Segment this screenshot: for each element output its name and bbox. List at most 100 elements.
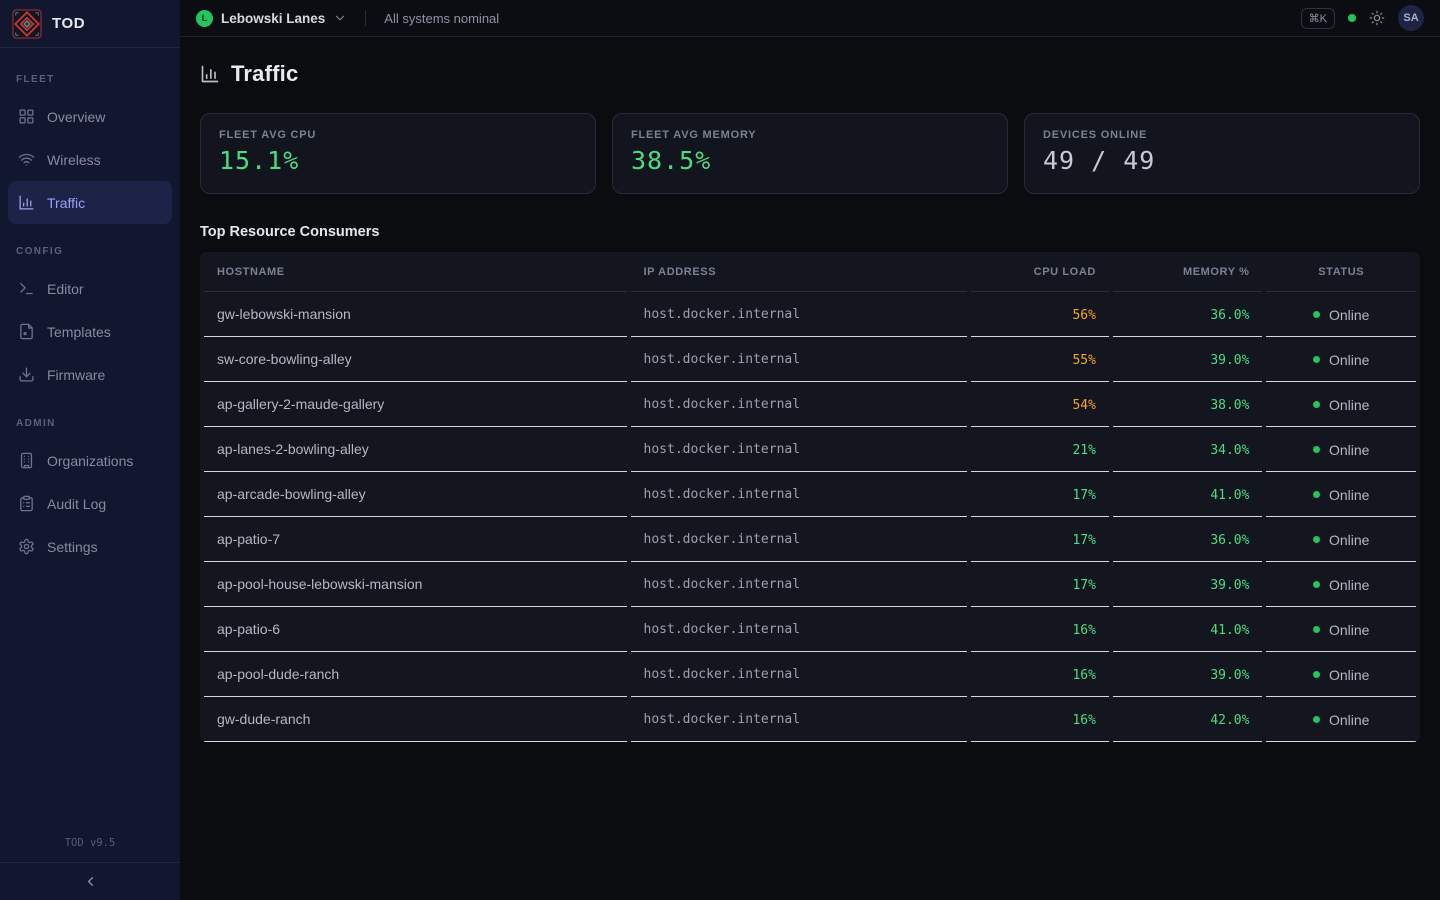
table-row[interactable]: gw-dude-ranch host.docker.internal 16% 4… [204, 697, 1416, 742]
table-row[interactable]: ap-gallery-2-maude-gallery host.docker.i… [204, 382, 1416, 427]
grid-icon [18, 108, 35, 125]
sidebar-item-editor[interactable]: Editor [8, 267, 172, 310]
online-dot [1313, 491, 1320, 498]
stat-value: 38.5% [631, 146, 989, 175]
hostname-cell: sw-core-bowling-alley [204, 337, 627, 382]
status-cell: Online [1266, 472, 1416, 517]
sidebar-item-overview[interactable]: Overview [8, 95, 172, 138]
sidebar-item-label: Editor [47, 281, 84, 297]
sidebar-item-label: Templates [47, 324, 111, 340]
status-cell: Online [1266, 382, 1416, 427]
rug-logo-icon [12, 9, 42, 39]
stat-card-fleet-avg-cpu: FLEET AVG CPU 15.1% [200, 113, 596, 194]
ip-cell: host.docker.internal [631, 472, 968, 517]
org-switcher[interactable]: L Lebowski Lanes [196, 10, 347, 27]
ip-cell: host.docker.internal [631, 517, 968, 562]
cpu-cell: 54% [971, 382, 1109, 427]
org-name: Lebowski Lanes [221, 11, 325, 26]
status-cell: Online [1266, 292, 1416, 337]
nav-section-fleet: FLEET [8, 52, 172, 95]
online-dot [1313, 356, 1320, 363]
sidebar-item-traffic[interactable]: Traffic [8, 181, 172, 224]
org-avatar: L [196, 10, 213, 27]
memory-cell: 36.0% [1113, 517, 1263, 562]
clipboard-icon [18, 495, 35, 512]
user-avatar[interactable]: SA [1398, 5, 1424, 31]
memory-cell: 36.0% [1113, 292, 1263, 337]
col-cpu: CPU LOAD [971, 252, 1109, 292]
ip-cell: host.docker.internal [631, 382, 968, 427]
sidebar-footer: TOD v9.5 [0, 827, 180, 900]
file-icon [18, 323, 35, 340]
topbar-divider [365, 10, 366, 26]
online-dot [1313, 581, 1320, 588]
ip-cell: host.docker.internal [631, 427, 968, 472]
memory-cell: 39.0% [1113, 337, 1263, 382]
sidebar-item-label: Organizations [47, 453, 133, 469]
table-row[interactable]: ap-pool-dude-ranch host.docker.internal … [204, 652, 1416, 697]
hostname-cell: ap-pool-dude-ranch [204, 652, 627, 697]
status-cell: Online [1266, 652, 1416, 697]
building-icon [18, 452, 35, 469]
memory-cell: 34.0% [1113, 427, 1263, 472]
table-row[interactable]: sw-core-bowling-alley host.docker.intern… [204, 337, 1416, 382]
table-row[interactable]: gw-lebowski-mansion host.docker.internal… [204, 292, 1416, 337]
table-row[interactable]: ap-patio-6 host.docker.internal 16% 41.0… [204, 607, 1416, 652]
wifi-icon [18, 151, 35, 168]
ip-cell: host.docker.internal [631, 292, 968, 337]
online-dot [1313, 716, 1320, 723]
status-cell: Online [1266, 697, 1416, 742]
hostname-cell: gw-dude-ranch [204, 697, 627, 742]
theme-toggle-button[interactable] [1369, 10, 1385, 26]
hostname-cell: ap-pool-house-lebowski-mansion [204, 562, 627, 607]
sidebar-collapse-button[interactable] [0, 862, 180, 900]
table-header-row: HOSTNAME IP ADDRESS CPU LOAD MEMORY % ST… [204, 252, 1416, 292]
content-area: L Lebowski Lanes All systems nominal ⌘K … [180, 0, 1440, 900]
app-name: TOD [52, 15, 85, 32]
health-dot [1348, 14, 1356, 22]
page-title-row: Traffic [200, 61, 1420, 87]
ip-cell: host.docker.internal [631, 562, 968, 607]
stat-label: FLEET AVG MEMORY [631, 129, 989, 141]
table-row[interactable]: ap-arcade-bowling-alley host.docker.inte… [204, 472, 1416, 517]
ip-cell: host.docker.internal [631, 697, 968, 742]
sidebar-item-templates[interactable]: Templates [8, 310, 172, 353]
status-label: Online [1329, 532, 1369, 548]
stat-card-devices-online: DEVICES ONLINE 49 / 49 [1024, 113, 1420, 194]
online-dot [1313, 311, 1320, 318]
status-cell: Online [1266, 517, 1416, 562]
sidebar-item-wireless[interactable]: Wireless [8, 138, 172, 181]
sidebar-item-audit-log[interactable]: Audit Log [8, 482, 172, 525]
status-cell: Online [1266, 427, 1416, 472]
table-row[interactable]: ap-lanes-2-bowling-alley host.docker.int… [204, 427, 1416, 472]
ip-cell: host.docker.internal [631, 607, 968, 652]
status-label: Online [1329, 442, 1369, 458]
sidebar-item-label: Wireless [47, 152, 101, 168]
sidebar-item-label: Settings [47, 539, 98, 555]
table-row[interactable]: ap-patio-7 host.docker.internal 17% 36.0… [204, 517, 1416, 562]
col-hostname: HOSTNAME [204, 252, 627, 292]
sidebar-nav: FLEET Overview Wireless Traffic CONFIG E… [0, 48, 180, 827]
col-status: STATUS [1266, 252, 1416, 292]
cpu-cell: 56% [971, 292, 1109, 337]
stat-value: 15.1% [219, 146, 577, 175]
sun-icon [1369, 10, 1385, 26]
sidebar-item-organizations[interactable]: Organizations [8, 439, 172, 482]
memory-cell: 41.0% [1113, 607, 1263, 652]
cpu-cell: 16% [971, 652, 1109, 697]
sidebar-item-label: Traffic [47, 195, 85, 211]
status-cell: Online [1266, 337, 1416, 382]
sidebar-item-firmware[interactable]: Firmware [8, 353, 172, 396]
sidebar-item-settings[interactable]: Settings [8, 525, 172, 568]
stat-value: 49 / 49 [1043, 146, 1401, 175]
memory-cell: 42.0% [1113, 697, 1263, 742]
hostname-cell: ap-patio-7 [204, 517, 627, 562]
command-palette-shortcut[interactable]: ⌘K [1301, 8, 1335, 29]
table-row[interactable]: ap-pool-house-lebowski-mansion host.dock… [204, 562, 1416, 607]
hostname-cell: ap-arcade-bowling-alley [204, 472, 627, 517]
status-cell: Online [1266, 607, 1416, 652]
bar-chart-icon [200, 64, 220, 84]
stat-label: FLEET AVG CPU [219, 129, 577, 141]
col-memory: MEMORY % [1113, 252, 1263, 292]
memory-cell: 38.0% [1113, 382, 1263, 427]
